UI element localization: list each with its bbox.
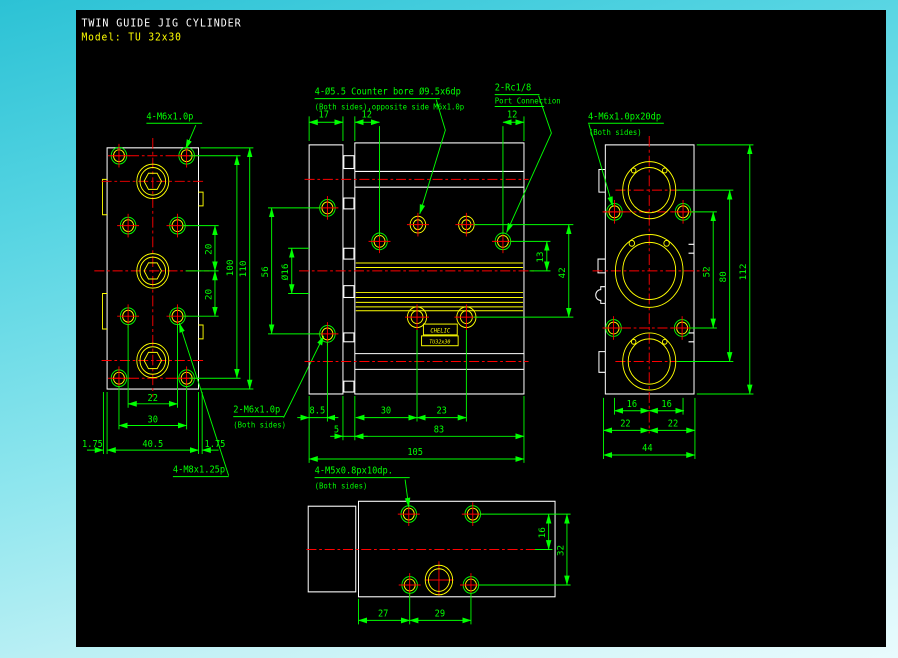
dim-rear-52: 52 bbox=[703, 266, 713, 277]
dim-rear-22b: 22 bbox=[668, 419, 678, 429]
label-front-m8: 4-M8x1.25p bbox=[173, 465, 225, 475]
bottom-dimensions: 16 32 27 29 bbox=[358, 514, 570, 624]
dim-rear-16b: 16 bbox=[661, 400, 671, 410]
leader-bottom-m5 bbox=[405, 480, 409, 508]
leader-side-m6 bbox=[284, 336, 324, 418]
dim-bottom-16: 16 bbox=[538, 527, 548, 538]
bottom-centerlines bbox=[306, 550, 552, 596]
dim-front-30: 30 bbox=[148, 415, 158, 425]
front-sensor-groove-right bbox=[199, 192, 204, 339]
rear-dimensions: 52 80 112 16 16 22 22 44 bbox=[604, 145, 754, 459]
bottom-view: 4-M5x0.8px10dp. (Both sides) 16 32 bbox=[306, 466, 570, 624]
label-port-note: Port Connection bbox=[495, 96, 561, 105]
label-port: 2-Rc1/8 bbox=[495, 83, 532, 93]
rear-notch-middle bbox=[596, 259, 606, 303]
dim-bottom-32: 32 bbox=[557, 545, 567, 556]
dim-front-20a: 20 bbox=[205, 244, 215, 255]
drawing-model: Model: TU 32x30 bbox=[81, 32, 181, 43]
label-rear-m6: 4-M6x1.0px20dp bbox=[588, 112, 661, 122]
leader-front-m6 bbox=[186, 125, 196, 149]
front-view: 20 20 100 110 22 bbox=[82, 112, 324, 477]
dim-bottom-27: 27 bbox=[378, 609, 388, 619]
side-rod-segments bbox=[344, 156, 354, 392]
dim-front-100: 100 bbox=[227, 260, 237, 277]
side-dimensions: 17 12 12 56 Ø16 13 bbox=[261, 110, 573, 463]
label-side-m6: 2-M6x1.0p bbox=[233, 405, 280, 415]
dim-rear-112: 112 bbox=[739, 263, 749, 280]
rear-notches-right bbox=[689, 244, 694, 341]
side-rod-plate bbox=[309, 145, 343, 394]
title-block: TWIN GUIDE JIG CYLINDER Model: TU 32x30 bbox=[81, 17, 241, 43]
side-piston-lines bbox=[356, 263, 523, 311]
dim-front-20b: 20 bbox=[205, 289, 215, 300]
front-centerlines bbox=[94, 138, 209, 397]
nameplate-brand: CHELIC bbox=[430, 328, 450, 334]
label-bottom-m5-note: (Both sides) bbox=[315, 481, 368, 490]
dim-side-42: 42 bbox=[558, 267, 568, 278]
label-rear-m6-note: (Both sides) bbox=[589, 128, 642, 137]
dim-side-30: 30 bbox=[381, 406, 391, 416]
rear-view: 4-M6x1.0px20dp (Both sides) 52 80 11 bbox=[588, 112, 753, 459]
nameplate: CHELIC TU32x30 bbox=[422, 324, 459, 346]
label-side-m6-note: (Both sides) bbox=[233, 420, 286, 429]
dim-side-5: 5 bbox=[334, 425, 339, 435]
dim-front-22: 22 bbox=[148, 394, 158, 404]
front-sensor-groove-left bbox=[103, 179, 108, 329]
dim-side-83: 83 bbox=[434, 425, 444, 435]
front-dimensions: 20 20 100 110 22 bbox=[82, 148, 253, 454]
drawing-canvas[interactable]: TWIN GUIDE JIG CYLINDER Model: TU 32x30 bbox=[76, 10, 886, 647]
label-front-m6: 4-M6x1.0p bbox=[146, 112, 193, 122]
dim-side-dia16: Ø16 bbox=[280, 263, 291, 280]
label-counterbore-note: (Both sides),opposite side M6x1.0p bbox=[315, 102, 465, 111]
dim-side-12b: 12 bbox=[507, 110, 517, 120]
dim-rear-44: 44 bbox=[642, 444, 652, 454]
dim-front-405: 40.5 bbox=[142, 440, 163, 450]
nameplate-model: TU32x30 bbox=[429, 339, 450, 345]
rear-centerlines bbox=[593, 136, 707, 433]
dim-front-175r: 1.75 bbox=[205, 440, 226, 450]
dim-side-12a: 12 bbox=[361, 110, 371, 120]
dim-side-85: 8.5 bbox=[310, 406, 326, 416]
drawing-title: TWIN GUIDE JIG CYLINDER bbox=[81, 17, 241, 29]
dim-rear-80: 80 bbox=[719, 271, 729, 282]
dim-side-105: 105 bbox=[407, 448, 423, 458]
dim-bottom-29: 29 bbox=[435, 609, 445, 619]
label-counterbore: 4-Ø5.5 Counter bore Ø9.5x6dp bbox=[315, 86, 461, 97]
dim-front-175l: 1.75 bbox=[82, 440, 103, 450]
side-view: CHELIC TU32x30 4-Ø5.5 Counter bore Ø9.5x… bbox=[261, 83, 573, 462]
cad-drawing: TWIN GUIDE JIG CYLINDER Model: TU 32x30 bbox=[76, 10, 886, 647]
rear-thread-holes bbox=[603, 200, 694, 340]
dim-rear-22a: 22 bbox=[620, 419, 630, 429]
dim-side-56: 56 bbox=[261, 266, 271, 277]
cad-viewer-frame: TWIN GUIDE JIG CYLINDER Model: TU 32x30 bbox=[0, 0, 898, 658]
leader-counterbore bbox=[420, 100, 446, 214]
label-bottom-m5: 4-M5x0.8px10dp. bbox=[315, 466, 393, 476]
side-body-outline bbox=[355, 143, 524, 394]
dim-front-110: 110 bbox=[239, 260, 249, 277]
dim-side-23: 23 bbox=[436, 406, 446, 416]
dim-side-17: 17 bbox=[319, 110, 329, 120]
dim-side-13: 13 bbox=[536, 251, 546, 262]
dim-rear-16a: 16 bbox=[627, 400, 637, 410]
